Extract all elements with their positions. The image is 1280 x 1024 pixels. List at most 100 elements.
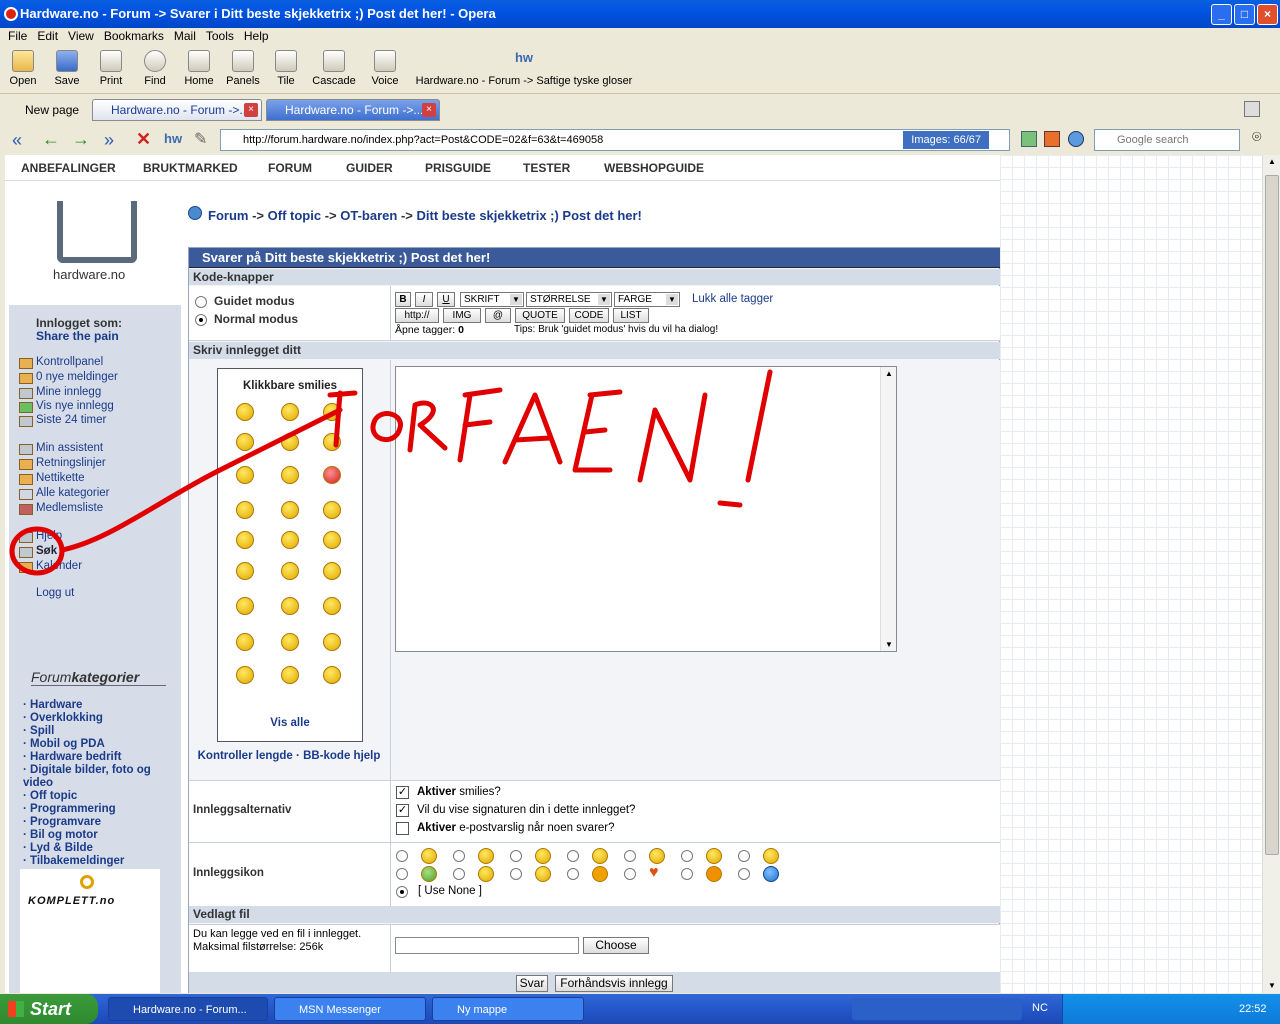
menu-file[interactable]: File xyxy=(3,28,32,44)
crumb-off-topic[interactable]: Off topic xyxy=(268,208,321,223)
nav-prisguide[interactable]: PRISGUIDE xyxy=(425,155,491,181)
smiley-icon[interactable] xyxy=(236,666,254,684)
color-select[interactable]: FARGE ▼ xyxy=(614,292,680,307)
nav-guider[interactable]: GUIDER xyxy=(346,155,393,181)
underline-button[interactable]: U xyxy=(437,292,455,307)
fast-forward-icon[interactable]: » xyxy=(104,130,114,151)
menu-bookmarks[interactable]: Bookmarks xyxy=(99,28,169,44)
bookmark-add-icon[interactable] xyxy=(1021,131,1037,147)
email-button[interactable]: @ xyxy=(485,308,511,323)
link-nye-meldinger[interactable]: 0 nye meldinger xyxy=(36,371,118,383)
smiley-icon[interactable] xyxy=(281,531,299,549)
smiley-icon[interactable] xyxy=(323,466,341,484)
smiley-icon[interactable] xyxy=(281,466,299,484)
scroll-down-icon[interactable]: ▼ xyxy=(1268,981,1276,990)
category-item[interactable]: · Tilbakemeldinger xyxy=(23,855,183,868)
smiley-icon[interactable] xyxy=(323,597,341,615)
file-input[interactable] xyxy=(395,937,579,954)
email-notify-checkbox[interactable] xyxy=(396,822,409,835)
list-button[interactable]: LIST xyxy=(613,308,649,323)
http-button[interactable]: http:// xyxy=(395,308,439,323)
category-item[interactable]: · Spill xyxy=(23,725,183,738)
username-link[interactable]: Share the pain xyxy=(36,329,119,343)
menu-edit[interactable]: Edit xyxy=(32,28,63,44)
preview-button[interactable]: Forhåndsvis innlegg xyxy=(555,975,673,992)
media-controls[interactable] xyxy=(852,998,1022,1020)
submit-button[interactable]: Svar xyxy=(516,975,548,992)
menu-tools[interactable]: Tools xyxy=(201,28,239,44)
post-icon-radio[interactable] xyxy=(738,868,750,880)
smiley-icon[interactable] xyxy=(236,501,254,519)
stop-icon[interactable]: ✕ xyxy=(136,129,151,150)
link-vis-nye-innlegg[interactable]: Vis nye innlegg xyxy=(36,400,114,412)
link-mine-innlegg[interactable]: Mine innlegg xyxy=(36,386,101,398)
link-kalender[interactable]: Kalender xyxy=(36,560,82,572)
language-indicator[interactable]: NC xyxy=(1032,1002,1048,1014)
post-icon-radio[interactable] xyxy=(510,868,522,880)
post-icon-radio[interactable] xyxy=(396,868,408,880)
panels-button[interactable]: Panels xyxy=(226,50,260,87)
nav-bruktmarked[interactable]: BRUKTMARKED xyxy=(143,155,238,181)
page-scrollbar[interactable]: ▲ ▼ xyxy=(1262,155,1280,993)
bookmark-button[interactable]: hw Hardware.no - Forum -> Saftige tyske g… xyxy=(414,50,634,87)
post-textarea[interactable]: ▲ ▼ xyxy=(395,366,897,652)
post-icon-radio[interactable] xyxy=(681,868,693,880)
menu-help[interactable]: Help xyxy=(239,28,274,44)
choose-file-button[interactable]: Choose xyxy=(583,937,649,954)
category-item[interactable]: · Mobil og PDA xyxy=(23,738,183,751)
save-button[interactable]: Save xyxy=(52,50,82,87)
size-select[interactable]: STØRRELSE ▼ xyxy=(526,292,612,307)
post-icon-radio[interactable] xyxy=(453,868,465,880)
post-icon-radio[interactable] xyxy=(567,868,579,880)
sync-icon[interactable] xyxy=(1068,131,1084,147)
smiley-icon[interactable] xyxy=(236,562,254,580)
link-siste-24-timer[interactable]: Siste 24 timer xyxy=(36,414,106,426)
post-icon-radio[interactable] xyxy=(681,850,693,862)
crumb-ot-baren[interactable]: OT-baren xyxy=(340,208,397,223)
category-item[interactable]: · Programmering xyxy=(23,803,183,816)
bbcode-help-link[interactable]: BB-kode hjelp xyxy=(303,750,380,762)
show-signature-checkbox[interactable]: ✓ xyxy=(396,804,409,817)
scroll-down-icon[interactable]: ▼ xyxy=(885,640,893,649)
crumb-forum[interactable]: Forum xyxy=(208,208,248,223)
trash-icon[interactable] xyxy=(1244,101,1260,117)
smiley-icon[interactable] xyxy=(281,433,299,451)
tile-button[interactable]: Tile xyxy=(274,50,298,87)
link-kontrollpanel[interactable]: Kontrollpanel xyxy=(36,356,103,368)
category-item[interactable]: · Digitale bilder, foto og video xyxy=(23,764,183,790)
link-nettikette[interactable]: Nettikette xyxy=(36,472,85,484)
task-folder[interactable]: Ny mappe xyxy=(432,997,584,1021)
nav-anbefalinger[interactable]: ANBEFALINGER xyxy=(21,155,116,181)
quote-button[interactable]: QUOTE xyxy=(515,308,565,323)
fire-icon[interactable] xyxy=(1044,131,1060,147)
smiley-icon[interactable] xyxy=(323,531,341,549)
font-select[interactable]: SKRIFT ▼ xyxy=(460,292,524,307)
close-tab-icon[interactable]: × xyxy=(244,103,258,117)
enable-smilies-checkbox[interactable]: ✓ xyxy=(396,786,409,799)
task-msn[interactable]: MSN Messenger xyxy=(274,997,426,1021)
post-icon-radio[interactable] xyxy=(567,850,579,862)
nav-forum[interactable]: FORUM xyxy=(268,155,312,181)
smiley-icon[interactable] xyxy=(281,597,299,615)
minimize-button[interactable]: _ xyxy=(1211,4,1232,25)
print-button[interactable]: Print xyxy=(96,50,126,87)
smiley-icon[interactable] xyxy=(323,433,341,451)
post-icon-radio[interactable] xyxy=(396,850,408,862)
category-item[interactable]: · Off topic xyxy=(23,790,183,803)
category-item[interactable]: · Overklokking xyxy=(23,712,183,725)
smiley-icon[interactable] xyxy=(281,501,299,519)
crumb-thread[interactable]: Ditt beste skjekketrix ;) Post det her! xyxy=(416,208,641,223)
task-opera[interactable]: Hardware.no - Forum... xyxy=(108,997,268,1021)
post-icon-radio[interactable] xyxy=(624,868,636,880)
smiley-icon[interactable] xyxy=(323,666,341,684)
search-input[interactable]: Google search xyxy=(1094,129,1240,151)
control-length-link[interactable]: Kontroller lengde xyxy=(198,750,293,762)
guided-mode-radio[interactable] xyxy=(195,296,207,308)
smiley-icon[interactable] xyxy=(236,531,254,549)
link-retningslinjer[interactable]: Retningslinjer xyxy=(36,457,106,469)
link-hjelp[interactable]: Hjelp xyxy=(36,530,62,542)
category-item[interactable]: · Bil og motor xyxy=(23,829,183,842)
category-item[interactable]: · Programvare xyxy=(23,816,183,829)
normal-mode-radio[interactable] xyxy=(195,314,207,326)
bold-button[interactable]: B xyxy=(395,292,411,307)
